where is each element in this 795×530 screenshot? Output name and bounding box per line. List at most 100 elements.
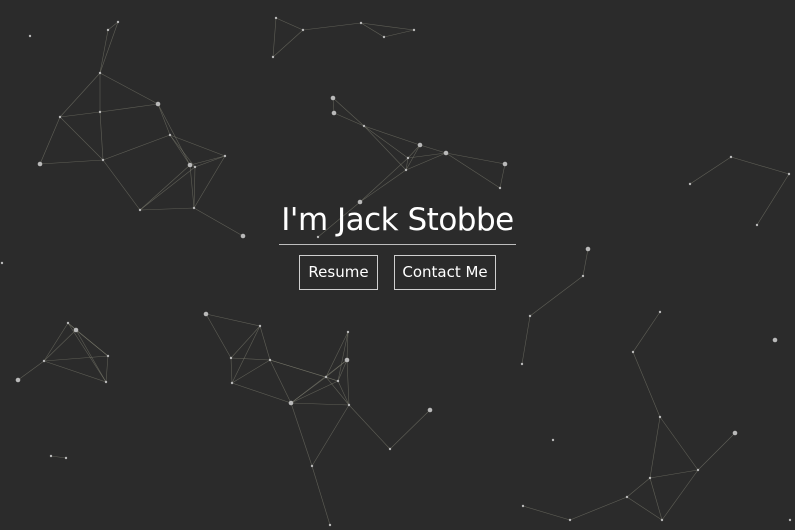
network-link — [231, 382, 292, 404]
network-link — [649, 469, 699, 479]
network-node — [344, 357, 350, 363]
network-node — [73, 327, 79, 333]
network-node — [772, 337, 778, 343]
network-node — [732, 430, 738, 436]
network-node — [502, 161, 508, 167]
network-link — [105, 355, 109, 383]
network-node — [229, 356, 233, 360]
network-node — [310, 464, 314, 468]
network-node — [388, 447, 392, 451]
network-node — [193, 165, 197, 169]
network-node — [696, 468, 700, 472]
network-link — [39, 116, 61, 165]
network-link — [230, 357, 271, 361]
network-node — [362, 124, 366, 128]
network-link — [311, 465, 331, 526]
network-node — [203, 311, 209, 317]
network-link — [43, 360, 107, 383]
network-node — [288, 400, 294, 406]
network-link — [59, 111, 101, 118]
network-link — [272, 17, 277, 58]
network-link — [360, 22, 385, 38]
network-link — [661, 469, 699, 521]
network-link — [363, 125, 409, 159]
network-link — [102, 134, 171, 161]
network-link — [419, 144, 447, 154]
network-link — [632, 351, 661, 418]
network-link — [50, 455, 67, 459]
network-node — [404, 168, 408, 172]
network-node — [98, 110, 102, 114]
network-node — [551, 438, 555, 442]
network-link — [189, 155, 226, 166]
network-node — [42, 359, 46, 363]
resume-button[interactable]: Resume — [299, 255, 378, 290]
network-link — [43, 329, 77, 362]
network-node — [359, 21, 363, 25]
hero-section: I'm Jack Stobbe Resume Contact Me — [0, 200, 795, 290]
network-node — [58, 115, 62, 119]
network-link — [359, 157, 409, 203]
network-node — [106, 354, 110, 358]
network-node — [28, 34, 32, 38]
network-link — [75, 329, 107, 383]
network-link — [689, 156, 732, 185]
network-node — [443, 150, 449, 156]
network-node — [346, 330, 350, 334]
network-node — [104, 380, 108, 384]
network-node — [223, 154, 227, 158]
network-link — [632, 311, 661, 353]
network-node — [336, 379, 340, 383]
network-node — [648, 476, 652, 480]
network-link — [157, 103, 191, 166]
network-node — [331, 110, 337, 116]
network-node — [625, 495, 629, 499]
network-node — [155, 101, 161, 107]
network-link — [169, 134, 191, 166]
network-link — [99, 72, 159, 105]
network-node — [688, 182, 692, 186]
network-link — [99, 103, 159, 113]
network-node — [382, 35, 386, 39]
network-node — [328, 523, 332, 527]
network-link — [259, 325, 271, 361]
network-link — [569, 496, 628, 521]
network-node — [631, 350, 635, 354]
hero-actions: Resume Contact Me — [0, 255, 795, 290]
network-link — [389, 409, 431, 450]
network-link — [275, 17, 304, 31]
network-node — [187, 162, 193, 168]
network-node — [658, 310, 662, 314]
network-link — [522, 505, 571, 521]
network-node — [15, 377, 21, 383]
network-link — [230, 357, 233, 384]
network-node — [528, 314, 532, 318]
network-link — [290, 402, 350, 406]
network-link — [325, 331, 349, 378]
network-link — [157, 103, 171, 136]
network-node — [271, 55, 275, 59]
network-link — [43, 355, 109, 362]
network-link — [230, 325, 261, 359]
contact-me-button[interactable]: Contact Me — [394, 255, 496, 290]
network-link — [363, 125, 421, 146]
network-node — [729, 155, 733, 159]
network-node — [37, 161, 43, 167]
network-link — [17, 360, 45, 381]
network-link — [359, 169, 407, 203]
network-link — [99, 111, 104, 161]
network-node — [230, 381, 234, 385]
network-link — [697, 432, 736, 471]
page-title: I'm Jack Stobbe — [279, 200, 516, 245]
network-node — [658, 415, 662, 419]
network-node — [406, 156, 410, 160]
network-link — [346, 359, 350, 406]
network-node — [64, 456, 68, 460]
network-link — [290, 380, 339, 404]
network-node — [301, 28, 305, 32]
network-link — [649, 416, 661, 479]
network-node — [788, 518, 792, 522]
page-background: I'm Jack Stobbe Resume Contact Me — [0, 0, 795, 530]
network-node — [520, 362, 524, 366]
network-link — [43, 322, 69, 362]
